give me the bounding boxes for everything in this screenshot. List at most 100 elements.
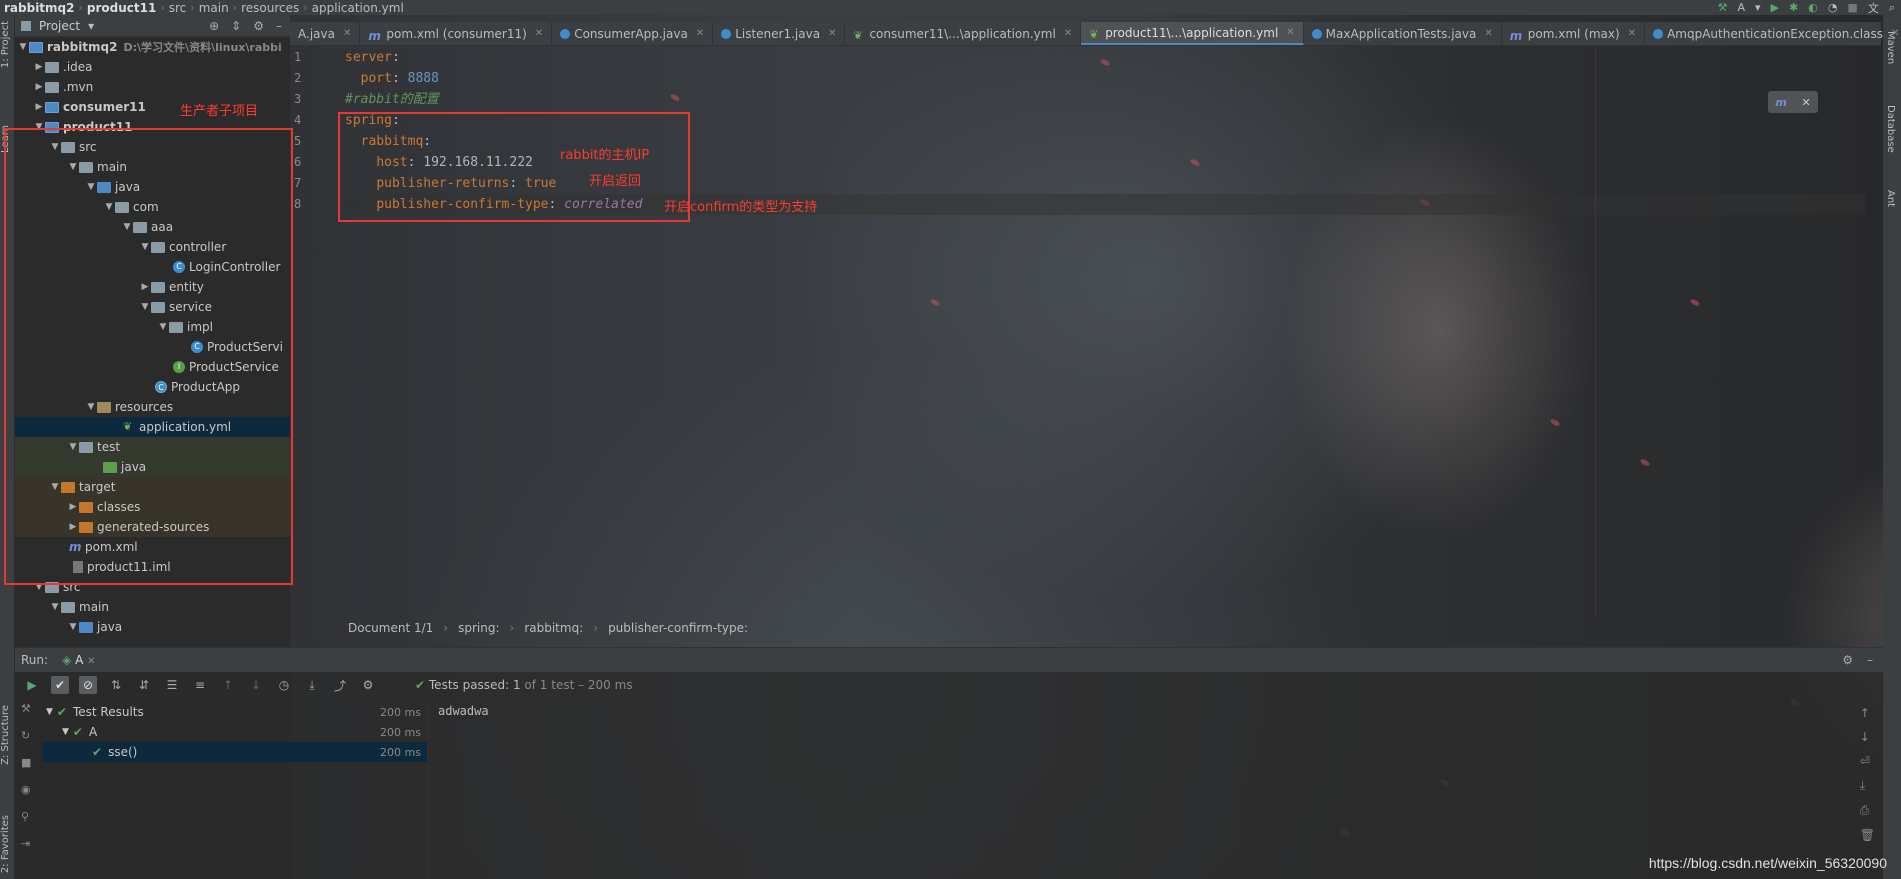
console-output[interactable]: adwadwa	[427, 702, 1847, 879]
stop-icon[interactable]: ■	[21, 756, 39, 769]
print-icon[interactable]: ⎙	[1860, 803, 1875, 818]
chevron-down-icon[interactable]: ▼	[62, 727, 69, 737]
up-arrow-icon[interactable]: ↑	[1860, 706, 1875, 720]
yaml-file-icon: ❦	[853, 28, 863, 42]
rerun-failed-icon[interactable]: ↻	[21, 729, 39, 742]
tab-pom-max[interactable]: m pom.xml (max) ✕	[1502, 22, 1646, 45]
breadcrumb-src[interactable]: src	[165, 1, 191, 15]
show-ignored-icon[interactable]: ⊘	[79, 676, 97, 694]
breadcrumb-main[interactable]: main	[195, 1, 233, 15]
tab-maxapplicationtests[interactable]: MaxApplicationTests.java ✕	[1304, 22, 1502, 45]
tab-consumerapp[interactable]: ConsumerApp.java ✕	[552, 22, 714, 45]
close-icon[interactable]: ✕	[1628, 28, 1636, 39]
test-result-method[interactable]: ✔ sse() 200 ms	[42, 742, 427, 762]
close-icon[interactable]: ✕	[828, 28, 836, 39]
breadcrumb-module[interactable]: product11	[83, 1, 160, 15]
run-tab-a[interactable]: ◈ A ✕	[62, 653, 96, 667]
sort-duration-icon[interactable]: ⇵	[135, 676, 153, 694]
chevron-down-icon[interactable]: ▼	[49, 602, 61, 612]
tree-node-idea[interactable]: ▶ .idea	[15, 57, 290, 77]
debug-icon[interactable]: ✱	[1789, 1, 1798, 14]
next-icon[interactable]: ↓	[247, 676, 265, 694]
history-icon[interactable]: ◷	[275, 676, 293, 694]
show-passed-icon[interactable]: ✔	[51, 676, 69, 694]
scroll-to-end-icon[interactable]: ⤓	[1860, 778, 1875, 793]
tab-listener1[interactable]: Listener1.java ✕	[713, 22, 846, 45]
tab-amqpauthenticationexception[interactable]: AmqpAuthenticationException.class ✕	[1645, 22, 1901, 45]
translate-icon[interactable]: 文	[1868, 0, 1879, 16]
close-icon[interactable]: ✕	[87, 656, 95, 667]
close-icon[interactable]: ✕	[1064, 28, 1072, 39]
exit-icon[interactable]: ⇥	[21, 837, 39, 850]
close-icon[interactable]: ✕	[1801, 96, 1810, 109]
chevron-right-icon[interactable]: ▶	[33, 82, 45, 92]
stop-icon[interactable]: ■	[1847, 1, 1857, 14]
chevron-right-icon[interactable]: ▶	[33, 102, 45, 112]
tree-node-java-2[interactable]: ▼ java	[15, 617, 290, 637]
import-icon[interactable]: ⤓	[303, 676, 321, 694]
ant-tool-tab[interactable]: Ant	[1885, 190, 1896, 207]
gear-icon[interactable]: ⚙	[359, 676, 377, 694]
project-panel-title[interactable]: Project	[39, 19, 80, 33]
pin-icon[interactable]: ⚲	[21, 810, 39, 823]
wrench-icon[interactable]: ⚒	[21, 702, 39, 715]
breadcrumb-project[interactable]: rabbitmq2	[0, 1, 79, 15]
run-label: Run:	[21, 653, 49, 667]
close-icon[interactable]: ✕	[1484, 28, 1492, 39]
build-hammer-icon[interactable]: ⚒	[1718, 1, 1728, 14]
run-toolbar: ▶ ✔ ⊘ ⇅ ⇵ ☰ ≡ ↑ ↓ ◷ ⤓ ⤴ ⚙ ✔ Tests passed…	[15, 672, 1883, 698]
search-icon[interactable]: ⌕	[1889, 1, 1895, 15]
trash-icon[interactable]: 🗑	[1860, 828, 1875, 842]
profile-icon[interactable]: ◔	[1828, 1, 1838, 14]
tab-consumer-application-yml[interactable]: ❦ consumer11\...\application.yml ✕	[845, 22, 1082, 45]
breadcrumb-resources[interactable]: resources	[237, 1, 303, 15]
down-arrow-icon[interactable]: ↓	[1860, 730, 1875, 744]
camera-icon[interactable]: ◉	[21, 783, 39, 796]
tree-node-rabbitmq2[interactable]: ▼ rabbitmq2 D:\学习文件\资料\linux\rabbi	[15, 37, 290, 57]
coverage-icon[interactable]: ◐	[1808, 1, 1818, 14]
breadcrumb-rabbitmq[interactable]: rabbitmq:	[524, 621, 583, 635]
sort-alpha-icon[interactable]: ⇅	[107, 676, 125, 694]
expand-all-icon[interactable]: ☰	[163, 676, 181, 694]
breadcrumb-spring[interactable]: spring:	[458, 621, 499, 635]
project-tool-tab[interactable]: 1: Project	[0, 21, 15, 68]
tab-product-application-yml[interactable]: ❦ product11\...\application.yml ✕	[1081, 22, 1304, 45]
chevron-down-icon[interactable]: ▼	[67, 622, 79, 632]
close-icon[interactable]: ✕	[1286, 27, 1294, 38]
breadcrumb-publisher-confirm-type[interactable]: publisher-confirm-type:	[608, 621, 748, 635]
gear-icon[interactable]: ⚙	[1842, 653, 1853, 667]
rerun-icon[interactable]: ▶	[23, 676, 41, 694]
collapse-all-icon[interactable]: ⇕	[231, 19, 241, 33]
tab-a-java[interactable]: A.java ✕	[290, 22, 361, 45]
export-icon[interactable]: ⤴	[331, 676, 349, 694]
soft-wrap-icon[interactable]: ⏎	[1860, 754, 1875, 768]
chevron-down-icon[interactable]: ▼	[17, 42, 29, 52]
chevron-down-icon[interactable]: ▾	[88, 19, 94, 33]
chevron-down-icon[interactable]: ▾	[1755, 1, 1761, 14]
maven-reload-icon[interactable]: m	[1775, 96, 1786, 109]
close-icon[interactable]: ✕	[535, 28, 543, 39]
run-icon[interactable]: ▶	[1771, 1, 1779, 14]
breadcrumb-file[interactable]: application.yml	[308, 1, 408, 15]
gear-icon[interactable]: ⚙	[253, 19, 264, 33]
tree-node-main-2[interactable]: ▼ main	[15, 597, 290, 617]
close-icon[interactable]: ✕	[1891, 28, 1899, 39]
structure-tool-tab[interactable]: Z: Structure	[0, 705, 15, 765]
minimize-icon[interactable]: –	[1867, 653, 1873, 667]
close-icon[interactable]: ✕	[343, 28, 351, 39]
chevron-right-icon[interactable]: ▶	[33, 62, 45, 72]
tab-pom-consumer11[interactable]: m pom.xml (consumer11) ✕	[360, 22, 553, 45]
test-result-class[interactable]: ▼ ✔ A 200 ms	[42, 722, 427, 742]
chevron-down-icon[interactable]: ▼	[46, 707, 53, 717]
tree-label: .idea	[63, 60, 93, 74]
close-icon[interactable]: ✕	[696, 28, 704, 39]
test-result-root[interactable]: ▼ ✔ Test Results 200 ms	[42, 702, 427, 722]
run-config-select[interactable]: A	[1737, 1, 1745, 14]
tree-node-mvn[interactable]: ▶ .mvn	[15, 77, 290, 97]
favorites-tool-tab[interactable]: 2: Favorites	[0, 815, 15, 873]
collapse-all-icon[interactable]: ≡	[191, 676, 209, 694]
locate-icon[interactable]: ⊕	[209, 19, 219, 33]
previous-icon[interactable]: ↑	[219, 676, 237, 694]
minimize-icon[interactable]: –	[276, 19, 282, 33]
database-tool-tab[interactable]: Database	[1885, 105, 1896, 153]
